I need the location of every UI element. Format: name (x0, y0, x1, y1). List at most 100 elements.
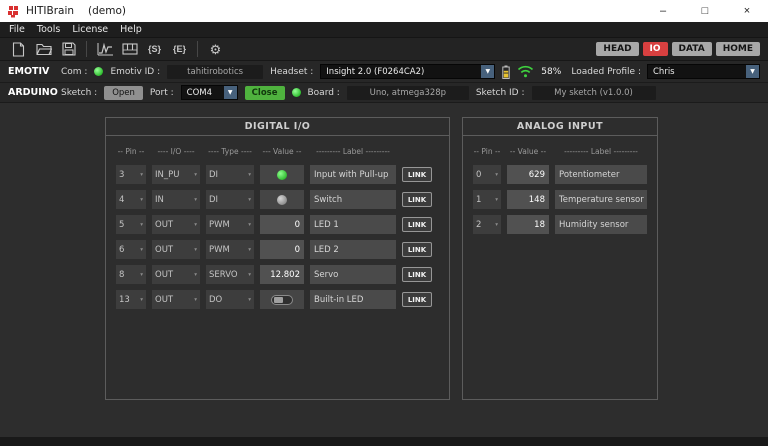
type-select[interactable]: DI ▾ (206, 190, 254, 209)
profile-value: Chris (653, 66, 675, 77)
chevron-down-icon: ▾ (140, 296, 143, 303)
chevron-down-icon: ▾ (140, 246, 143, 253)
link-button[interactable]: LINK (402, 242, 432, 257)
arduino-section-label: ARDUINO (8, 87, 58, 98)
save-button[interactable] (56, 39, 81, 59)
link-button[interactable]: LINK (402, 167, 432, 182)
signal-chart-button[interactable] (92, 39, 117, 59)
emotiv-id-field[interactable]: tahitirobotics (167, 64, 264, 79)
script-s-button[interactable]: {S} (142, 39, 167, 59)
head-view-button[interactable]: HEAD (596, 42, 639, 56)
value-toggle-cell (260, 290, 304, 309)
value-indicator-cell (260, 165, 304, 184)
pin-select[interactable]: 6 ▾ (116, 240, 146, 259)
pin-value: 5 (119, 219, 125, 230)
chevron-down-icon: ▾ (248, 271, 251, 278)
label-field[interactable]: Input with Pull-up (310, 165, 396, 184)
type-select[interactable]: DI ▾ (206, 165, 254, 184)
open-folder-button[interactable] (31, 39, 56, 59)
label-field[interactable]: Switch (310, 190, 396, 209)
close-button[interactable]: × (726, 0, 768, 22)
value-field[interactable]: 0 (260, 240, 304, 259)
maximize-button[interactable]: □ (684, 0, 726, 22)
type-select[interactable]: PWM ▾ (206, 215, 254, 234)
io-value: OUT (155, 294, 174, 305)
board-label: Board : (307, 87, 340, 98)
label-field[interactable]: Potentiometer (555, 165, 647, 184)
port-value: COM4 (186, 87, 213, 98)
data-view-button[interactable]: DATA (671, 42, 712, 56)
pin-select[interactable]: 4 ▾ (116, 190, 146, 209)
sketch-id-field: My sketch (v1.0.0) (531, 85, 656, 100)
output-toggle[interactable] (271, 294, 293, 305)
home-view-button[interactable]: HOME (715, 42, 760, 56)
label-field[interactable]: Servo (310, 265, 396, 284)
pin-select[interactable]: 1 ▾ (473, 190, 501, 209)
minimize-button[interactable]: – (642, 0, 684, 22)
app-logo-icon (8, 5, 18, 17)
pin-select[interactable]: 0 ▾ (473, 165, 501, 184)
type-select[interactable]: DO ▾ (206, 290, 254, 309)
io-select[interactable]: OUT ▾ (152, 240, 200, 259)
close-port-button[interactable]: Close (244, 85, 285, 100)
emotiv-id-label: Emotiv ID : (110, 66, 161, 77)
pin-select[interactable]: 3 ▾ (116, 165, 146, 184)
io-select[interactable]: OUT ▾ (152, 265, 200, 284)
digital-io-row: 3 ▾ IN_PU ▾ DI ▾ Input with Pull-up LINK (116, 165, 439, 184)
io-view-button[interactable]: IO (642, 42, 668, 56)
open-sketch-button[interactable]: Open (104, 85, 143, 100)
io-value: OUT (155, 244, 174, 255)
led-off-indicator (277, 194, 287, 205)
value-field[interactable]: 12.802 (260, 265, 304, 284)
io-select[interactable]: IN_PU ▾ (152, 165, 200, 184)
analog-input-row: 1 ▾ 148 Temperature sensor (473, 190, 647, 209)
io-select[interactable]: OUT ▾ (152, 290, 200, 309)
label-field[interactable]: Temperature sensor (555, 190, 647, 209)
type-select[interactable]: PWM ▾ (206, 240, 254, 259)
sketch-id-label: Sketch ID : (475, 87, 525, 98)
pin-select[interactable]: 13 ▾ (116, 290, 146, 309)
script-e-button[interactable]: {E} (167, 39, 192, 59)
value-field[interactable]: 0 (260, 215, 304, 234)
type-value: SERVO (209, 269, 238, 280)
io-value: OUT (155, 269, 174, 280)
link-button[interactable]: LINK (402, 292, 432, 307)
pin-select[interactable]: 2 ▾ (473, 215, 501, 234)
pin-select[interactable]: 8 ▾ (116, 265, 146, 284)
label-field[interactable]: Built-in LED (310, 290, 396, 309)
link-button[interactable]: LINK (402, 217, 432, 232)
keyboard-button[interactable] (117, 39, 142, 59)
headset-select[interactable]: Insight 2.0 (F0264CA2) ▼ (320, 64, 496, 79)
io-select[interactable]: OUT ▾ (152, 215, 200, 234)
chevron-down-icon: ▾ (248, 296, 251, 303)
io-select[interactable]: IN ▾ (152, 190, 200, 209)
gear-icon: ⚙ (209, 41, 222, 57)
type-select[interactable]: SERVO ▾ (206, 265, 254, 284)
label-field[interactable]: LED 1 (310, 215, 396, 234)
settings-button[interactable]: ⚙ (203, 39, 228, 59)
menu-tools[interactable]: Tools (31, 24, 66, 35)
link-button[interactable]: LINK (402, 192, 432, 207)
type-value: DI (209, 169, 219, 180)
pin-value: 2 (476, 219, 482, 230)
pin-select[interactable]: 5 ▾ (116, 215, 146, 234)
board-field: Uno, atmega328p (346, 85, 469, 100)
chevron-down-icon: ▾ (140, 271, 143, 278)
link-button[interactable]: LINK (402, 267, 432, 282)
label-field[interactable]: LED 2 (310, 240, 396, 259)
link-column-header (402, 147, 432, 156)
main-content: DIGITAL I/O -- Pin -- ---- I/O ---- ----… (0, 103, 768, 437)
window-demo-label: (demo) (88, 5, 127, 17)
pin-value: 8 (119, 269, 125, 280)
menu-help[interactable]: Help (114, 24, 148, 35)
menu-license[interactable]: License (66, 24, 114, 35)
value-indicator-cell (260, 190, 304, 209)
menu-file[interactable]: File (3, 24, 31, 35)
pin-column-header: -- Pin -- (117, 147, 145, 156)
new-file-button[interactable] (6, 39, 31, 59)
profile-select[interactable]: Chris ▼ (647, 64, 760, 79)
port-select[interactable]: COM4 ▼ (180, 85, 238, 100)
label-column-header: --------- Label --------- (564, 147, 638, 156)
io-value: OUT (155, 219, 174, 230)
label-field[interactable]: Humidity sensor (555, 215, 647, 234)
